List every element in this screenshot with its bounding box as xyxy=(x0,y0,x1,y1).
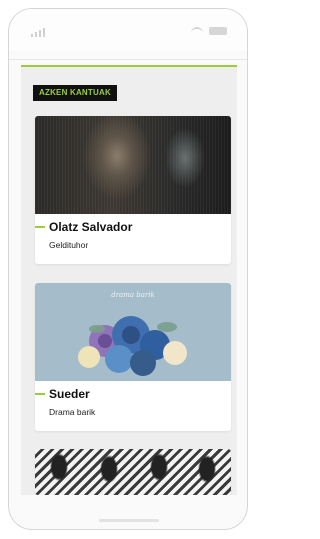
home-indicator[interactable] xyxy=(99,519,159,522)
status-bar xyxy=(9,9,247,51)
song-artist[interactable]: Sueder xyxy=(49,387,90,401)
songs-feed[interactable]: AZKEN KANTUAK Olatz Salvador Geldituhor … xyxy=(21,65,237,495)
signal-icon xyxy=(31,27,45,37)
song-card[interactable] xyxy=(35,449,231,495)
phone-frame: AZKEN KANTUAK Olatz Salvador Geldituhor … xyxy=(8,8,248,530)
song-card[interactable]: Olatz Salvador Geldituhor xyxy=(35,116,231,264)
song-image[interactable]: drama barik xyxy=(35,283,231,381)
song-card[interactable]: drama barik Sueder Drama barik xyxy=(35,283,231,431)
song-card-body: Sueder Drama barik xyxy=(35,381,231,431)
battery-icon xyxy=(209,27,227,35)
song-title: Geldituhor xyxy=(49,240,89,250)
section-title: AZKEN KANTUAK xyxy=(33,85,117,101)
title-marker xyxy=(35,226,45,228)
title-marker xyxy=(35,393,45,395)
header-divider xyxy=(9,59,247,60)
song-image[interactable] xyxy=(35,449,231,495)
song-card-body: Olatz Salvador Geldituhor xyxy=(35,214,231,264)
cover-text: drama barik xyxy=(111,291,155,299)
song-artist[interactable]: Olatz Salvador xyxy=(49,220,132,234)
rose-cluster xyxy=(78,316,187,376)
song-title: Drama barik xyxy=(49,407,96,417)
accent-line xyxy=(21,65,237,67)
song-image[interactable] xyxy=(35,116,231,214)
wifi-icon xyxy=(191,27,203,37)
